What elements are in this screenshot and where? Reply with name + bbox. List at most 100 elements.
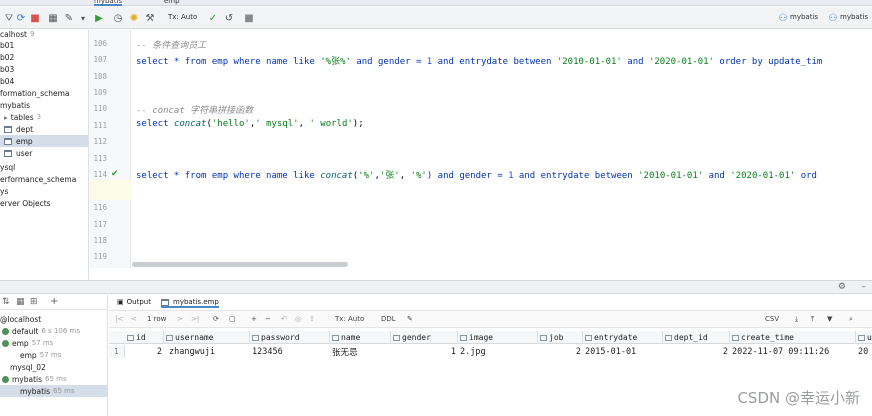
datasource-select[interactable]: mybatis (790, 13, 818, 21)
column-header-image[interactable]: image (458, 331, 538, 344)
line-number: 106 (93, 39, 107, 48)
table-icon[interactable]: ▦ (46, 11, 60, 25)
group-icon[interactable]: ▦ (16, 297, 25, 307)
tx-mode-select[interactable]: Tx: Auto (335, 315, 364, 323)
tree-item-sys[interactable]: ys (0, 185, 88, 197)
main-toolbar: ⛛ ⟳ ■ ▦ ✎ ▾ ▶ ◷ ✺ ⚒ Tx: Auto ✓ ↺ ■ ⚇ myb… (0, 7, 872, 29)
results-toolbar: |< < 1 row > >| ⟳ ▢ + − ↶ ◎ ⇧ Tx: Auto D… (109, 311, 872, 328)
stop-icon[interactable]: ■ (28, 11, 42, 25)
tree-item-db01[interactable]: b01 (0, 39, 88, 51)
cell-update-time[interactable]: 20 (856, 345, 872, 358)
column-header-update-time[interactable]: u (856, 331, 872, 344)
tab-output[interactable]: ▣ Output (117, 298, 151, 306)
add-row-icon[interactable]: + (251, 315, 257, 323)
layout-icon[interactable]: ⊞ (30, 297, 38, 307)
settings-sun-icon[interactable]: ✺ (127, 11, 141, 25)
cell-gender[interactable]: 1 (391, 345, 458, 358)
minimize-icon[interactable]: – (862, 282, 867, 292)
horizontal-scrollbar[interactable] (132, 262, 348, 267)
column-header-password[interactable]: password (250, 331, 330, 344)
first-page-icon[interactable]: |< (115, 315, 123, 323)
tree-item-mybatis[interactable]: mybatis (0, 99, 88, 111)
cell-image[interactable]: 2.jpg (458, 345, 538, 358)
table-row[interactable]: 1 2 zhangwuji 123456 张无忌 1 2.jpg 2 2015-… (109, 345, 872, 358)
service-mybatis-result[interactable]: mybatis 65 ms (0, 385, 108, 397)
cell-id[interactable]: 2 (125, 345, 164, 358)
tab-mybatis-emp[interactable]: mybatis.emp (161, 298, 219, 308)
column-header-name[interactable]: name (330, 331, 391, 344)
tree-item-db04[interactable]: b04 (0, 75, 88, 87)
key-column-icon (127, 334, 134, 341)
gear-icon[interactable]: ⚙ (838, 282, 846, 292)
refresh-icon[interactable]: ⟳ (14, 11, 28, 25)
service-localhost[interactable]: @localhost (0, 313, 41, 325)
ddl-button[interactable]: DDL (381, 315, 396, 323)
stop-icon[interactable]: ▢ (229, 315, 236, 323)
service-default[interactable]: default 6 s 106 ms (2, 325, 80, 337)
panel-divider[interactable]: ⚙ – (0, 280, 872, 294)
sql-editor[interactable]: -- 条件查询员工 select * from emp where name l… (132, 30, 872, 268)
filter-icon[interactable]: ▼ (827, 315, 832, 323)
tree-item-performance-schema[interactable]: erformance_schema (0, 173, 88, 185)
service-mybatis[interactable]: mybatis 65 ms (2, 373, 67, 385)
tree-item-emp[interactable]: emp (0, 135, 88, 147)
results-grid-header: id username password name gender image j… (109, 331, 872, 344)
tab-mybatis[interactable]: mybatis (94, 0, 123, 6)
upload-icon[interactable]: ⤒ (811, 315, 814, 324)
chevron-down-icon[interactable]: ▾ (76, 11, 90, 25)
column-icon (252, 334, 259, 341)
cell-name[interactable]: 张无忌 (330, 345, 391, 358)
column-header-job[interactable]: job (538, 331, 583, 344)
prev-page-icon[interactable]: < (131, 315, 137, 323)
service-mysql-02[interactable]: mysql_02 (10, 361, 46, 373)
tx-mode-select[interactable]: Tx: Auto (168, 13, 197, 21)
wrench-icon[interactable]: ⚒ (143, 11, 157, 25)
cell-job[interactable]: 2 (538, 345, 583, 358)
tree-item-dept[interactable]: dept (0, 123, 88, 135)
column-header-create-time[interactable]: create_time (730, 331, 856, 344)
tab-emp[interactable]: emp (164, 0, 180, 6)
commit-icon[interactable]: ✓ (206, 11, 220, 25)
cell-dept-id[interactable]: 2 (663, 345, 730, 358)
download-icon[interactable]: ⤓ (795, 315, 798, 324)
row-count-select[interactable]: 1 row (147, 315, 166, 323)
export-format-select[interactable]: CSV (765, 315, 779, 323)
cell-entrydate[interactable]: 2015-01-01 (583, 345, 663, 358)
next-page-icon[interactable]: > (177, 315, 183, 323)
run-icon[interactable]: ▶ (92, 11, 106, 25)
preview-icon[interactable]: ◎ (295, 315, 301, 323)
column-header-username[interactable]: username (164, 331, 250, 344)
tree-item-user[interactable]: user (0, 147, 88, 159)
column-header-entrydate[interactable]: entrydate (583, 331, 663, 344)
tree-item-db02[interactable]: b02 (0, 51, 88, 63)
last-page-icon[interactable]: >| (191, 315, 199, 323)
revert-icon[interactable]: ↶ (281, 315, 287, 323)
search-icon[interactable]: ⌕ (849, 315, 853, 324)
pin-icon[interactable]: ✎ (407, 315, 413, 323)
tree-item-information-schema[interactable]: formation_schema (0, 87, 88, 99)
stop-square-icon[interactable]: ■ (242, 11, 256, 25)
submit-icon[interactable]: ⇧ (309, 315, 315, 323)
collapse-icon[interactable]: ⇅ (2, 297, 10, 307)
service-emp-result[interactable]: emp 57 ms (20, 349, 61, 361)
cell-create-time[interactable]: 2022-11-07 09:11:26 (730, 345, 856, 358)
column-icon (732, 334, 739, 341)
delete-row-icon[interactable]: − (265, 315, 271, 323)
tree-item-mysql[interactable]: ysql (0, 161, 88, 173)
column-header-gender[interactable]: gender (391, 331, 458, 344)
service-emp[interactable]: emp 57 ms (2, 337, 53, 349)
column-header-id[interactable]: id (125, 331, 164, 344)
tree-item-server-objects[interactable]: erver Objects (0, 197, 88, 209)
column-header-dept-id[interactable]: dept_id (663, 331, 730, 344)
cell-username[interactable]: zhangwuji (167, 345, 250, 358)
schema-select[interactable]: mybatis (840, 13, 868, 21)
cell-password[interactable]: 123456 (250, 345, 330, 358)
edit-icon[interactable]: ✎ (62, 11, 76, 25)
reload-icon[interactable]: ⟳ (213, 315, 219, 323)
rollback-icon[interactable]: ↺ (222, 11, 236, 25)
line-number: 108 (93, 72, 107, 81)
tree-item-tables[interactable]: ▸ tables 3 (0, 111, 88, 123)
tree-item-db03[interactable]: b03 (0, 63, 88, 75)
add-icon[interactable]: + (50, 296, 58, 307)
history-icon[interactable]: ◷ (111, 11, 125, 25)
